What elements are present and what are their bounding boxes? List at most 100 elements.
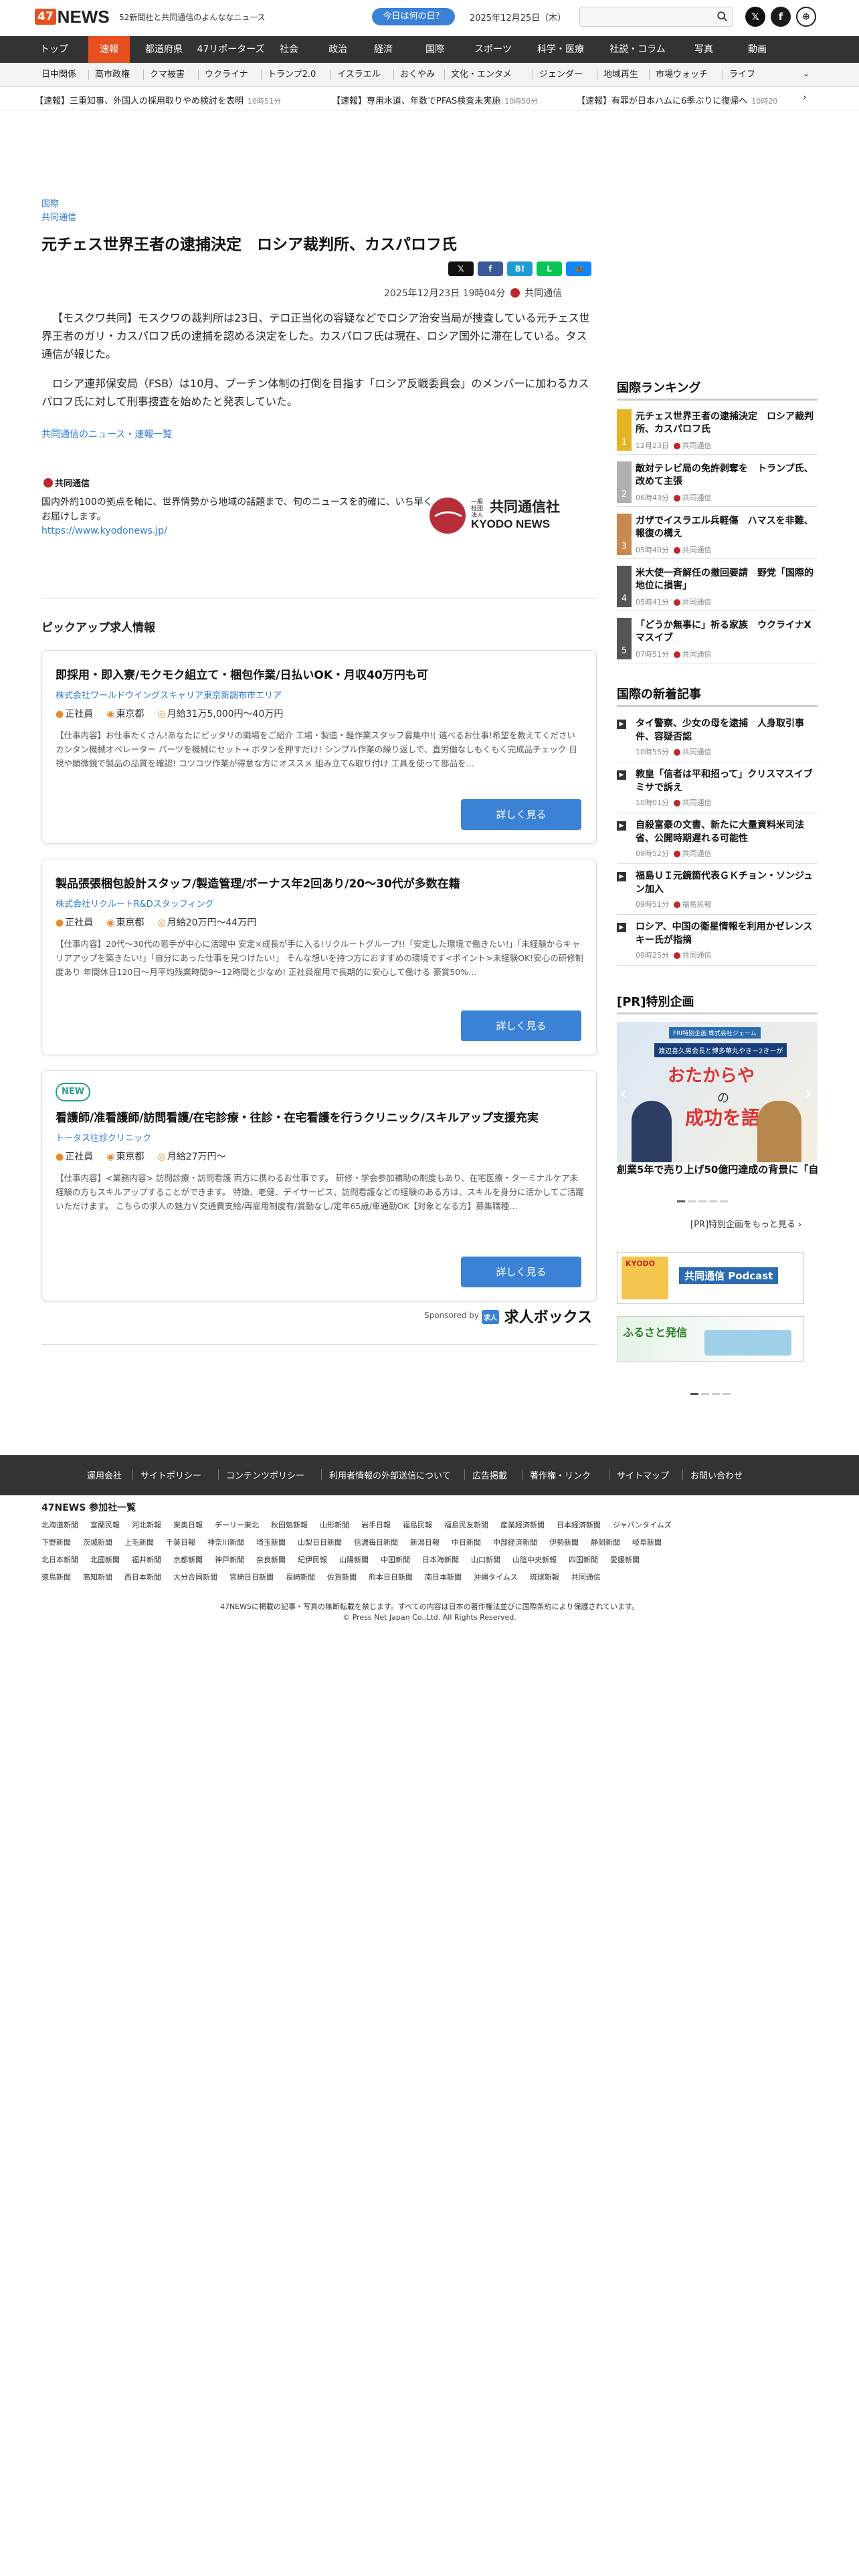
share-facebook-icon[interactable]: f <box>478 261 503 276</box>
news-item[interactable]: ▶ ロシア、中国の衛星情報を利用かゼレンスキー氏が指摘 09時25分 共同通信 <box>617 920 818 966</box>
paper-link[interactable]: 北海道新聞 <box>41 1521 78 1529</box>
paper-link[interactable]: 室蘭民報 <box>90 1521 120 1529</box>
carousel-next-icon[interactable]: › <box>805 1082 812 1104</box>
job-detail-button[interactable]: 詳しく見る <box>461 799 581 830</box>
sub-nav-item[interactable]: ライフ <box>729 63 755 87</box>
kyodo-news-link[interactable]: 共同通信のニュース <box>41 429 125 440</box>
paper-link[interactable]: ジャパンタイムズ <box>613 1521 672 1529</box>
paper-link[interactable]: 熊本日日新聞 <box>369 1573 413 1582</box>
nav-item[interactable]: 経済 <box>361 36 405 63</box>
news-title[interactable]: 福島ＵＩ元鏡箇代表ＧＫチョン・ソンジュン加入 <box>636 869 816 896</box>
paper-link[interactable]: 琉球新報 <box>530 1573 559 1582</box>
paper-link[interactable]: 信濃毎日新聞 <box>354 1538 398 1547</box>
pr-more-link[interactable]: [PR]特別企画をもっと見る › <box>690 1217 801 1230</box>
footer-link[interactable]: コンテンツポリシー <box>226 1469 304 1481</box>
news-title[interactable]: 自殺富豪の文書、新たに大量資料米司法省、公開時期遅れる可能性 <box>636 819 816 845</box>
pr-title[interactable]: 創業5年で売り上げ50億円達成の背景に「自費」の精神 渡辺喜久男会長… <box>617 1162 818 1176</box>
paper-link[interactable]: 神戸新聞 <box>215 1555 244 1564</box>
job-title[interactable]: 製品張張梱包設計スタッフ/製造管理/ボーナス年2回あり/20〜30代が多数在籍 <box>56 874 460 891</box>
paper-link[interactable]: 愛媛新聞 <box>610 1555 640 1564</box>
paper-link[interactable]: 四国新聞 <box>569 1555 598 1564</box>
paper-link[interactable]: 上毛新聞 <box>124 1538 154 1547</box>
share-bluesky-icon[interactable]: 🦋 <box>566 261 591 276</box>
site-logo[interactable]: 47 NEWS <box>35 5 110 28</box>
job-detail-button[interactable]: 詳しく見る <box>461 1257 581 1287</box>
chevron-right-icon[interactable]: › <box>803 92 807 103</box>
footer-link[interactable]: サイトマップ <box>617 1469 669 1481</box>
footer-link[interactable]: 利用者情報の外部送信について <box>329 1469 451 1481</box>
nav-item[interactable]: 動画 <box>732 36 783 63</box>
paper-link[interactable]: 沖縄タイムス <box>474 1573 518 1582</box>
ticker-item[interactable]: 【速報】有罪が日本ハムに6季ぶりに復帰へ 10時20 <box>577 94 777 106</box>
sub-nav-item[interactable]: 高市政権 <box>95 63 130 87</box>
carousel-prev-icon[interactable]: ‹ <box>619 1082 627 1104</box>
ranking-title[interactable]: 米大使一斉解任の撤回要請 野党「国際的地位に損害」 <box>636 567 816 593</box>
today-button[interactable]: 今日は何の日？ <box>372 8 455 25</box>
paper-link[interactable]: 秋田魁新報 <box>271 1521 308 1529</box>
ticker-item[interactable]: 【速報】三重知事、外国人の採用取りやめ検討を表明 10時51分 <box>35 94 281 106</box>
paper-link[interactable]: 宮崎日日新聞 <box>229 1573 274 1582</box>
chevron-down-icon[interactable]: ⌄ <box>803 69 809 78</box>
paper-link[interactable]: 神奈川新聞 <box>207 1538 244 1547</box>
source-link[interactable]: 共同通信 <box>41 210 76 223</box>
paper-link[interactable]: 徳島新聞 <box>41 1573 71 1582</box>
paper-link[interactable]: 中部経済新聞 <box>493 1538 537 1547</box>
ranking-title[interactable]: 元チェス世界王者の逮捕決定 ロシア裁判所、カスパロフ氏 <box>636 411 816 436</box>
sub-nav-item[interactable]: クマ被害 <box>150 63 185 87</box>
paper-link[interactable]: デーリー東北 <box>215 1521 259 1529</box>
paper-link[interactable]: 共同通信 <box>571 1573 601 1582</box>
nav-item[interactable]: 科学・医療 <box>524 36 597 63</box>
ranking-title[interactable]: 「どうか無事に」祈る家族 ウクライナXマスイブ <box>636 619 816 645</box>
paper-link[interactable]: 福井新聞 <box>132 1555 161 1564</box>
footer-link[interactable]: 広告掲載 <box>472 1469 507 1481</box>
x-icon[interactable]: 𝕏 <box>745 7 765 27</box>
sub-nav-item[interactable]: イスラエル <box>337 63 381 87</box>
news-title[interactable]: タイ警察、少女の母を逮捕 人身取引事件、容疑否認 <box>636 717 816 744</box>
breaking-list-link[interactable]: 速報一覧 <box>134 429 172 440</box>
ranking-title[interactable]: ガザでイスラエル兵軽傷 ハマスを非難、報復の構え <box>636 515 816 540</box>
globe-icon[interactable]: ⊕ <box>796 7 816 27</box>
sponsor-logo[interactable]: 求人 求人ボックス <box>482 1305 592 1327</box>
paper-link[interactable]: 北國新聞 <box>90 1555 120 1564</box>
paper-link[interactable]: 河北新報 <box>132 1521 161 1529</box>
sub-nav-item[interactable]: 市場ウォッチ <box>656 63 708 87</box>
sub-nav-item[interactable]: トランプ2.0 <box>268 63 316 87</box>
ranking-item[interactable]: 2 敵対テレビ局の免許剥奪を トランプ氏、改めて主張 06時43分 共同通信 <box>617 461 818 507</box>
ranking-item[interactable]: 3 ガザでイスラエル兵軽傷 ハマスを非難、報復の構え 05時40分 共同通信 <box>617 514 818 559</box>
podcast-banner[interactable]: KYODO 共同通信 Podcast <box>617 1252 804 1304</box>
nav-item[interactable]: 写真 <box>678 36 729 63</box>
pr-feature-image[interactable]: FRI特別企画 株式会社ジェーム 渡辺喜久男会長と博多華丸やきー2きーが おたか… <box>617 1022 818 1162</box>
paper-link[interactable]: 伊勢新聞 <box>549 1538 579 1547</box>
paper-link[interactable]: 長崎新聞 <box>286 1573 315 1582</box>
paper-link[interactable]: 岩手日報 <box>361 1521 391 1529</box>
job-card[interactable]: 製品張張梱包設計スタッフ/製造管理/ボーナス年2回あり/20〜30代が多数在籍株… <box>41 859 597 1055</box>
share-hatena-icon[interactable]: B! <box>507 261 533 276</box>
sub-nav-item[interactable]: 地域再生 <box>603 63 638 87</box>
sub-nav-item[interactable]: おくやみ <box>400 63 435 87</box>
nav-item[interactable]: 都道府県 <box>134 36 194 63</box>
paper-link[interactable]: 紀伊民報 <box>298 1555 327 1564</box>
paper-link[interactable]: 福島民友新聞 <box>444 1521 488 1529</box>
paper-link[interactable]: 山陽新聞 <box>339 1555 369 1564</box>
nav-item[interactable]: 政治 <box>314 36 361 63</box>
paper-link[interactable]: 産業経済新聞 <box>500 1521 545 1529</box>
paper-link[interactable]: 茨城新聞 <box>83 1538 112 1547</box>
paper-link[interactable]: 京都新聞 <box>173 1555 203 1564</box>
job-title[interactable]: 看護師/准看護師/訪問看護/在宅診療・往診・在宅看護を行うクリニック/スキルアッ… <box>56 1108 539 1125</box>
paper-link[interactable]: 高知新聞 <box>83 1573 112 1582</box>
paper-link[interactable]: 下野新聞 <box>41 1538 71 1547</box>
paper-link[interactable]: 山形新聞 <box>320 1521 349 1529</box>
facebook-icon[interactable]: f <box>771 7 791 27</box>
paper-link[interactable]: 北日本新聞 <box>41 1555 78 1564</box>
footer-link[interactable]: お問い合わせ <box>690 1469 743 1481</box>
paper-link[interactable]: 大分合同新聞 <box>173 1573 217 1582</box>
news-item[interactable]: ▶ 自殺富豪の文書、新たに大量資料米司法省、公開時期遅れる可能性 09時52分 共同… <box>617 819 818 864</box>
sub-nav-item[interactable]: 文化・エンタメ <box>451 63 512 87</box>
ranking-item[interactable]: 4 米大使一斉解任の撤回要請 野党「国際的地位に損害」 05時41分 共同通信 <box>617 566 818 611</box>
paper-link[interactable]: 山口新聞 <box>471 1555 500 1564</box>
furusato-banner[interactable]: ふるさと発信 <box>617 1316 804 1362</box>
job-detail-button[interactable]: 詳しく見る <box>461 1010 581 1041</box>
footer-link[interactable]: 運用会社 <box>87 1469 122 1481</box>
sub-nav-item[interactable]: ウクライナ <box>205 63 248 87</box>
search-icon[interactable] <box>717 11 729 23</box>
